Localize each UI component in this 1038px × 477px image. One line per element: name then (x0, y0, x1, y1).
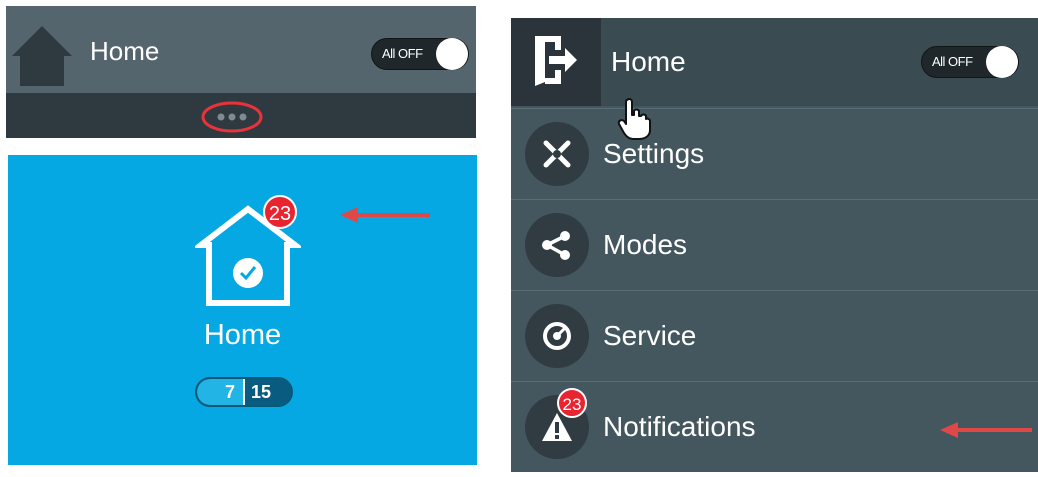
toggle-knob (986, 46, 1018, 78)
annotation-arrow-icon (340, 207, 430, 223)
toggle-label: All OFF (932, 54, 973, 69)
home-icon (12, 26, 72, 86)
service-icon-circle (525, 304, 589, 368)
expanded-home-menu: Home All OFF Settings Modes Service 23 N… (511, 18, 1038, 472)
collapsed-home-header: Home All OFF (6, 6, 476, 138)
wrench-screwdriver-icon (543, 140, 571, 168)
exit-door-icon (535, 36, 577, 86)
all-off-toggle[interactable]: All OFF (371, 38, 469, 70)
counter-active: 7 (197, 379, 243, 405)
gauge-icon (543, 322, 571, 350)
tile-title: Home (203, 319, 282, 351)
menu-item-label: Notifications (603, 411, 756, 442)
hand-cursor-icon (617, 98, 651, 140)
counter-total: 15 (243, 379, 291, 405)
modes-icon-circle (525, 213, 589, 277)
notifications-count-badge: 23 (557, 388, 587, 418)
exit-button[interactable] (511, 18, 601, 106)
menu-item-label: Service (603, 320, 697, 351)
menu-header: Home All OFF (511, 18, 1038, 106)
device-counter: 7 15 (195, 377, 293, 407)
menu-item-modes[interactable]: Modes (511, 199, 1038, 290)
home-tile[interactable]: 23 Home 7 15 (8, 155, 477, 465)
toggle-label: All OFF (382, 46, 423, 61)
toggle-knob (436, 38, 468, 70)
menu-item-label: Modes (603, 229, 688, 260)
menu-item-service[interactable]: Service (511, 290, 1038, 381)
menu-item-label: Settings (603, 138, 705, 169)
alert-count-badge: 23 (263, 195, 297, 229)
menu-item-settings[interactable]: Settings (511, 108, 1038, 199)
share-nodes-icon (542, 231, 570, 260)
menu-title: Home (611, 46, 686, 77)
expand-more-icon[interactable] (201, 101, 263, 133)
annotation-arrow-icon (940, 422, 1032, 438)
settings-icon-circle (525, 122, 589, 186)
all-off-toggle[interactable]: All OFF (921, 46, 1019, 78)
header-bar: Home All OFF (6, 6, 476, 93)
header-title: Home (90, 36, 160, 66)
